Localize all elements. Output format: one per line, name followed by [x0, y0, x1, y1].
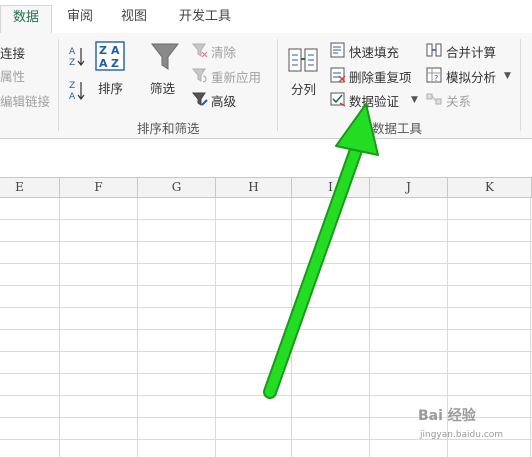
watermark-url: jingyan.baidu.com	[420, 430, 504, 440]
annotation-arrow	[263, 103, 379, 399]
watermark-brand: Bai 经验	[418, 408, 476, 424]
